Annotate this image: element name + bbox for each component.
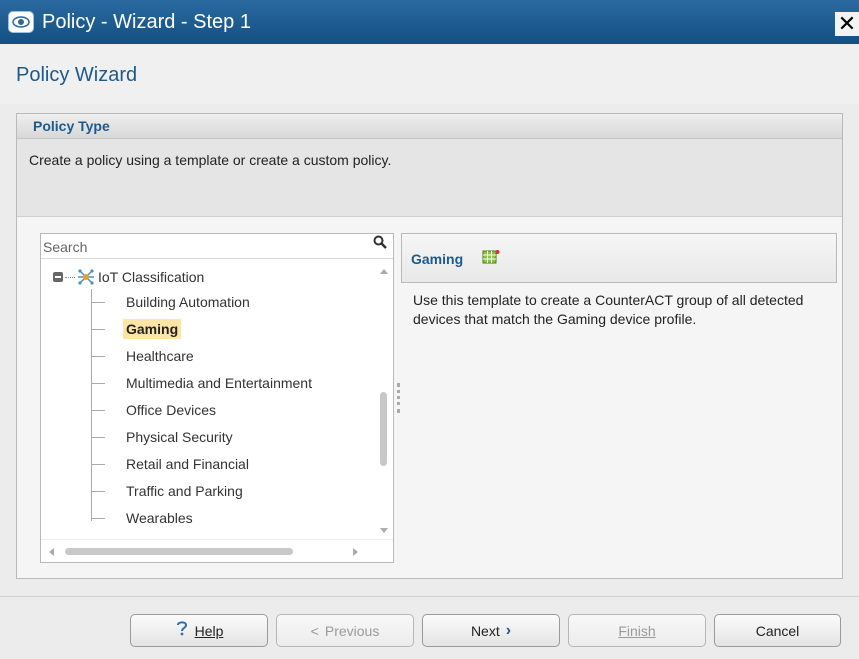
scroll-right-arrow-icon[interactable] xyxy=(353,548,358,556)
wizard-header: Policy Wizard xyxy=(0,44,859,104)
horizontal-scroll-thumb[interactable] xyxy=(65,548,293,555)
tree-item-label: Physical Security xyxy=(126,429,233,445)
help-icon xyxy=(175,620,189,641)
eye-icon xyxy=(12,16,30,28)
tree-node-iot-classification[interactable]: IoT Classification xyxy=(53,268,204,286)
tree-root-label: IoT Classification xyxy=(98,269,205,285)
scroll-left-arrow-icon[interactable] xyxy=(49,548,54,556)
title-bar: Policy - Wizard - Step 1 ✕ xyxy=(0,0,859,44)
tree-item-label: Multimedia and Entertainment xyxy=(126,375,312,391)
next-button-label: Next xyxy=(470,622,500,639)
template-detail-header: Gaming xyxy=(401,233,837,283)
panel-splitter-handle[interactable] xyxy=(397,383,400,413)
previous-button-label: Previous xyxy=(324,622,380,639)
tree-item-label: Retail and Financial xyxy=(126,456,249,472)
scroll-down-arrow-icon[interactable] xyxy=(380,528,388,533)
window-title: Policy - Wizard - Step 1 xyxy=(42,10,251,33)
tree-item-label: Wearables xyxy=(126,510,193,526)
cancel-button-label: Cancel xyxy=(755,622,800,639)
tree-item-label: Gaming xyxy=(123,319,182,339)
tree-item-label: Building Automation xyxy=(126,294,250,310)
tree-item-wearables[interactable]: Wearables xyxy=(91,507,196,529)
tree-item-label: Traffic and Parking xyxy=(126,483,243,499)
close-icon: ✕ xyxy=(837,11,857,36)
page-title: Policy Wizard xyxy=(16,64,138,86)
next-button[interactable]: Next › xyxy=(422,614,560,647)
chevron-right-icon: › xyxy=(505,621,512,639)
tree-vertical-scrollbar[interactable] xyxy=(375,261,393,539)
detail-description: Use this template to create a CounterACT… xyxy=(413,292,804,327)
tree-item-retail-and-financial[interactable]: Retail and Financial xyxy=(91,453,252,475)
cancel-button[interactable]: Cancel xyxy=(714,614,841,647)
close-button[interactable]: ✕ xyxy=(835,12,859,36)
vertical-scroll-thumb[interactable] xyxy=(380,392,387,466)
search-box xyxy=(41,234,393,259)
tree-item-physical-security[interactable]: Physical Security xyxy=(91,426,236,448)
tree-item-office-devices[interactable]: Office Devices xyxy=(91,399,219,421)
help-button-label: Help xyxy=(194,622,224,639)
tree-item-healthcare[interactable]: Healthcare xyxy=(91,345,197,367)
policy-type-heading: Policy Type xyxy=(17,114,842,139)
detail-title: Gaming xyxy=(411,251,464,267)
tree-item-multimedia-and-entertainment[interactable]: Multimedia and Entertainment xyxy=(91,372,315,394)
iot-network-icon xyxy=(77,268,95,286)
finish-button[interactable]: Finish xyxy=(568,614,706,647)
search-icon[interactable] xyxy=(373,235,387,253)
chevron-left-icon: < xyxy=(310,622,319,639)
finish-button-label: Finish xyxy=(618,622,656,639)
collapse-icon[interactable] xyxy=(53,272,63,282)
app-eye-icon xyxy=(8,11,34,33)
tree-item-label: Healthcare xyxy=(126,348,194,364)
previous-button[interactable]: < Previous xyxy=(276,614,414,647)
tree-item-gaming[interactable]: Gaming xyxy=(91,318,182,340)
tree-item-traffic-and-parking[interactable]: Traffic and Parking xyxy=(91,480,246,502)
tree-item-building-automation[interactable]: Building Automation xyxy=(91,291,253,313)
help-button[interactable]: Help xyxy=(130,614,268,647)
search-input[interactable] xyxy=(43,236,363,258)
tree-item-label: Office Devices xyxy=(126,402,216,418)
template-tree-panel: IoT Classification Building Automation G… xyxy=(40,233,394,563)
template-tree: IoT Classification Building Automation G… xyxy=(41,261,375,539)
tree-horizontal-scrollbar[interactable] xyxy=(41,539,393,562)
policy-type-description: Create a policy using a template or crea… xyxy=(17,139,842,217)
scroll-up-arrow-icon[interactable] xyxy=(380,269,388,274)
gaming-device-icon xyxy=(482,249,500,265)
